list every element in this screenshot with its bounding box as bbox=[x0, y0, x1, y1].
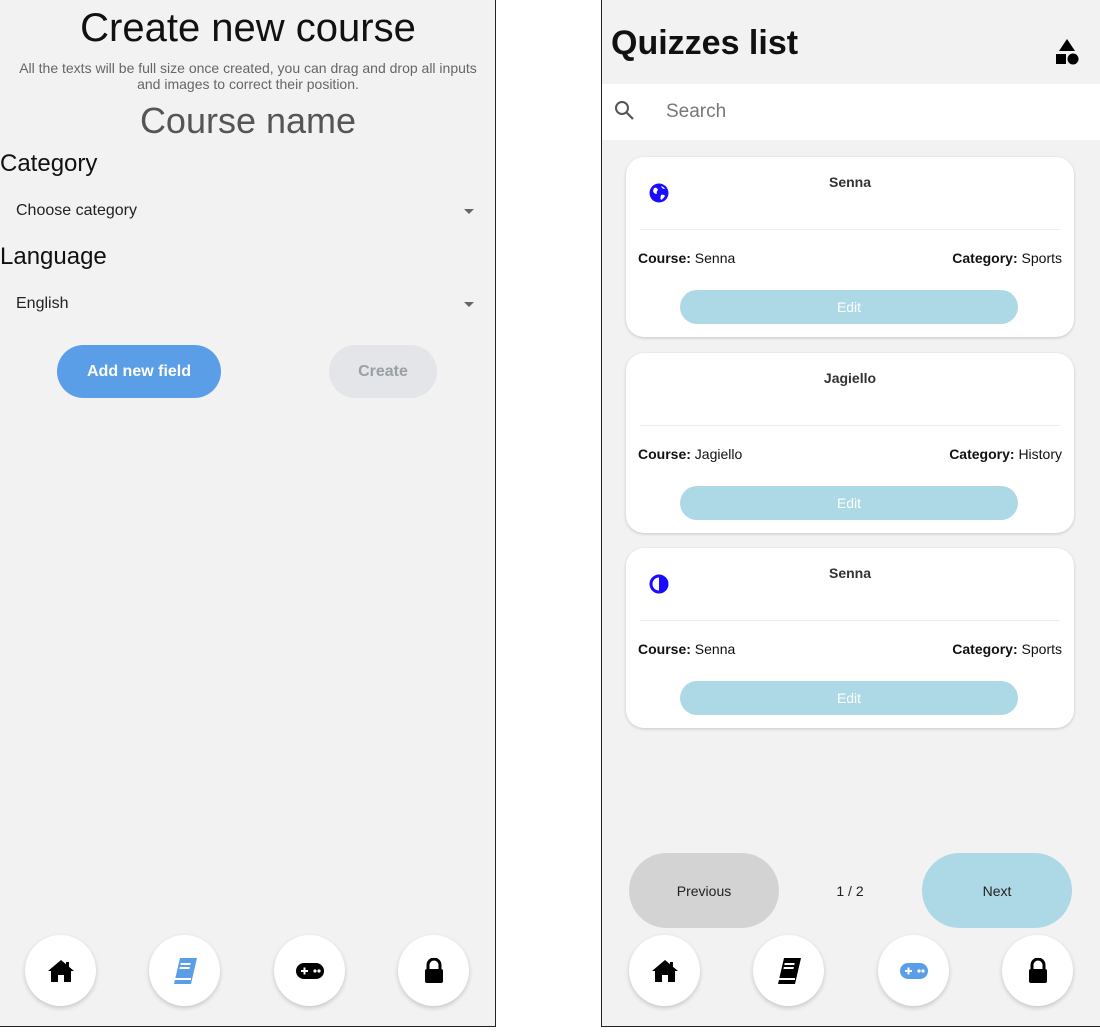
page-title: Quizzes list bbox=[611, 24, 799, 62]
category-value: Sports bbox=[1021, 641, 1062, 657]
quiz-card-title: Senna bbox=[828, 174, 871, 190]
quiz-card-category: Category: Sports bbox=[952, 250, 1062, 266]
header: Quizzes list bbox=[602, 0, 1100, 84]
course-value: Senna bbox=[694, 641, 736, 657]
caret-down-icon bbox=[464, 208, 474, 214]
category-value: Sports bbox=[1021, 250, 1062, 266]
lock-icon bbox=[1028, 957, 1047, 983]
gamepad-icon bbox=[295, 962, 324, 979]
quizzes-list-screen: Quizzes list Senna Course: Senna Categor… bbox=[601, 0, 1100, 1027]
category-prefix: Category: bbox=[949, 446, 1015, 462]
course-prefix: Course: bbox=[638, 446, 691, 462]
previous-button[interactable]: Previous bbox=[629, 853, 779, 928]
category-prefix: Category: bbox=[952, 641, 1018, 657]
nav-home-button[interactable] bbox=[25, 935, 96, 1006]
language-select-value: English bbox=[16, 295, 69, 312]
quiz-card-course: Course: Senna bbox=[638, 250, 735, 266]
nav-home-button[interactable] bbox=[629, 935, 700, 1006]
nav-lock-button[interactable] bbox=[398, 935, 469, 1006]
home-icon bbox=[47, 959, 74, 982]
course-prefix: Course: bbox=[638, 250, 691, 266]
create-button[interactable]: Create bbox=[329, 345, 437, 398]
page-indicator: 1 / 2 bbox=[836, 883, 864, 899]
course-name-field[interactable]: Course name bbox=[0, 100, 496, 142]
caret-down-icon bbox=[464, 301, 474, 307]
divider bbox=[640, 229, 1060, 230]
edit-button[interactable]: Edit bbox=[680, 486, 1018, 520]
category-label: Category bbox=[0, 150, 98, 177]
search-bar bbox=[602, 84, 1100, 140]
nav-game-button[interactable] bbox=[878, 935, 949, 1006]
category-select[interactable]: Choose category bbox=[16, 197, 476, 225]
edit-button[interactable]: Edit bbox=[680, 681, 1018, 715]
course-value: Senna bbox=[694, 250, 736, 266]
shapes-icon[interactable] bbox=[1054, 38, 1080, 66]
lock-icon bbox=[424, 957, 443, 983]
quiz-card-title: Jagiello bbox=[823, 370, 877, 386]
quiz-card-category: Category: Sports bbox=[952, 641, 1062, 657]
edit-button[interactable]: Edit bbox=[680, 290, 1018, 324]
page-title: Create new course bbox=[80, 6, 416, 50]
page-subtitle: All the texts will be full size once cre… bbox=[19, 60, 477, 92]
category-value: History bbox=[1018, 446, 1062, 462]
category-prefix: Category: bbox=[952, 250, 1018, 266]
home-icon bbox=[651, 959, 678, 982]
quiz-card-course: Course: Jagiello bbox=[638, 446, 742, 462]
book-icon bbox=[173, 957, 197, 984]
search-input[interactable] bbox=[666, 94, 1086, 130]
next-button[interactable]: Next bbox=[922, 853, 1072, 928]
nav-game-button[interactable] bbox=[274, 935, 345, 1006]
quiz-card-title: Senna bbox=[828, 565, 871, 581]
quiz-card: Senna Course: Senna Category: Sports Edi… bbox=[626, 157, 1074, 337]
language-label: Language bbox=[0, 243, 107, 270]
search-icon bbox=[615, 101, 634, 120]
quiz-card: Senna Course: Senna Category: Sports Edi… bbox=[626, 548, 1074, 728]
create-course-screen: Create new course All the texts will be … bbox=[0, 0, 496, 1027]
divider bbox=[640, 620, 1060, 621]
course-prefix: Course: bbox=[638, 641, 691, 657]
quiz-card-category: Category: History bbox=[949, 446, 1062, 462]
nav-book-button[interactable] bbox=[753, 935, 824, 1006]
course-value: Jagiello bbox=[694, 446, 743, 462]
gamepad-icon bbox=[899, 962, 928, 979]
category-select-value: Choose category bbox=[16, 202, 137, 219]
book-icon bbox=[777, 957, 801, 984]
add-new-field-button[interactable]: Add new field bbox=[57, 345, 221, 398]
quiz-card-course: Course: Senna bbox=[638, 641, 735, 657]
language-select[interactable]: English bbox=[16, 290, 476, 318]
nav-book-button[interactable] bbox=[149, 935, 220, 1006]
divider bbox=[640, 425, 1060, 426]
nav-lock-button[interactable] bbox=[1002, 935, 1073, 1006]
quiz-card: Jagiello Course: Jagiello Category: Hist… bbox=[626, 353, 1074, 533]
